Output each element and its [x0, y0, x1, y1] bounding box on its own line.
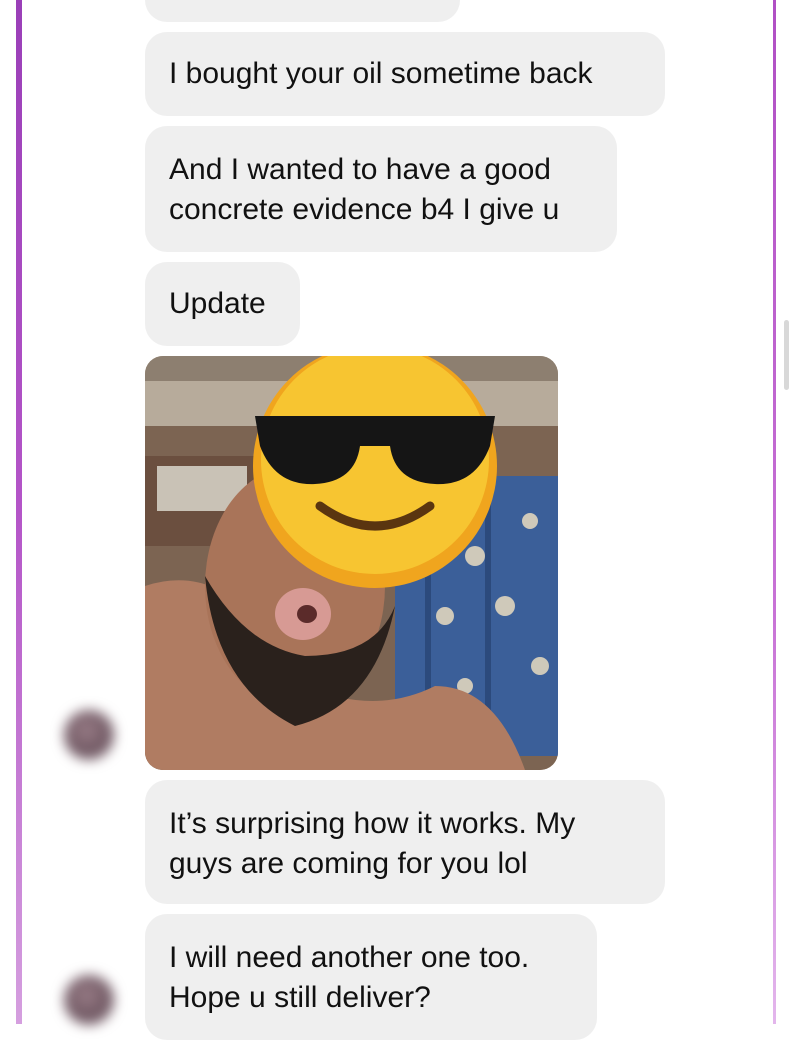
- scrollbar-thumb[interactable]: [784, 320, 789, 390]
- message-text: It’s surprising how it works. My: [169, 807, 576, 840]
- message-bubble[interactable]: I bought your oil sometime back: [145, 32, 665, 116]
- message-bubble[interactable]: Update: [145, 262, 300, 346]
- message-text: Hope u still deliver?: [169, 981, 431, 1014]
- window-frame-right: [773, 0, 776, 1024]
- message-bubble-previous: [145, 0, 460, 22]
- message-text: Update: [169, 287, 266, 320]
- message-bubble[interactable]: And I wanted to have a good concrete evi…: [145, 126, 617, 252]
- message-bubble[interactable]: It’s surprising how it works. My guys ar…: [145, 780, 665, 904]
- photo-image: [145, 356, 558, 770]
- window-frame-left: [16, 0, 22, 1024]
- message-text: guys are coming for you lol: [169, 847, 528, 880]
- message-text: I will need another one too.: [169, 941, 530, 974]
- message-text: And I wanted to have a good: [169, 153, 551, 186]
- message-text: I bought your oil sometime back: [169, 57, 593, 90]
- avatar[interactable]: [64, 975, 114, 1025]
- photo-message[interactable]: [145, 356, 558, 770]
- message-bubble[interactable]: I will need another one too. Hope u stil…: [145, 914, 597, 1040]
- avatar[interactable]: [64, 710, 114, 760]
- message-text: concrete evidence b4 I give u: [169, 193, 560, 226]
